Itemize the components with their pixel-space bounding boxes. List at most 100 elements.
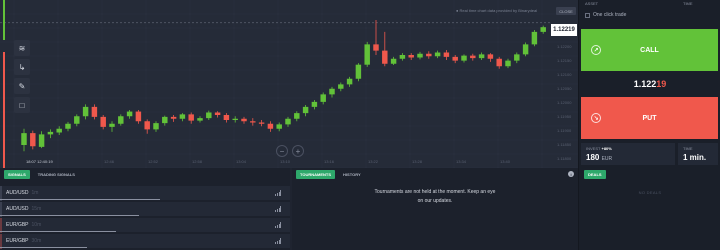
candle-up xyxy=(311,101,318,107)
signals-tab-bar: SIGNALS TRADING SIGNALS xyxy=(0,168,290,180)
zoom-in-button[interactable]: + xyxy=(292,145,304,157)
candle-up xyxy=(65,123,71,129)
candle-down xyxy=(470,55,476,59)
signal-progress xyxy=(0,215,140,216)
pencil-icon[interactable]: ✎ xyxy=(14,78,30,94)
invest-label-text: INVEST xyxy=(586,146,601,151)
candle-up xyxy=(179,114,186,119)
expiry-time-field[interactable]: TIME 1 min. xyxy=(678,143,718,165)
candle-down xyxy=(452,56,458,61)
candle-up xyxy=(329,88,335,95)
payout-percent: +80% xyxy=(601,146,612,151)
call-button[interactable]: ↗ CALL xyxy=(581,29,718,71)
signal-row[interactable]: EUR/GBP 10m xyxy=(0,218,290,233)
price-tick: 1.12150 xyxy=(557,58,572,63)
put-button[interactable]: ↘ PUT xyxy=(581,97,718,139)
price-tick: 1.11900 xyxy=(557,128,572,133)
candle-down xyxy=(250,121,256,123)
notice-close-button[interactable]: CLOSE xyxy=(556,7,576,15)
candle-down xyxy=(100,116,106,127)
arrow-down-icon: ↘ xyxy=(591,113,601,123)
price-main: 1.122 xyxy=(633,79,657,89)
candle-up xyxy=(47,131,54,135)
candle-down xyxy=(267,123,274,129)
chart-area[interactable]: ≋ ↳ ✎ □ ● Real time chart data provided … xyxy=(0,0,578,168)
down-zone-bar xyxy=(3,52,5,168)
candle-up xyxy=(109,123,115,127)
time-tick: 13:04 xyxy=(236,159,247,164)
deals-tab-bar: DEALS xyxy=(580,168,720,180)
signal-timeframe: 10m xyxy=(31,222,42,228)
time-tick: 13:22 xyxy=(368,159,379,164)
up-zone-bar xyxy=(3,0,5,40)
signal-strength-icon xyxy=(275,206,282,212)
candle-down xyxy=(223,115,230,120)
candle-up xyxy=(232,118,238,120)
candle-down xyxy=(241,118,247,122)
signal-pair: EUR/GBP xyxy=(6,222,29,228)
candle-up xyxy=(206,112,212,119)
signal-progress xyxy=(0,231,116,232)
zoom-out-button[interactable]: − xyxy=(276,145,288,157)
candle-up xyxy=(285,118,291,125)
candle-down xyxy=(144,121,150,130)
current-price-label: 1.12219 xyxy=(551,24,577,36)
time-label: TIME xyxy=(683,146,693,151)
tab-signals[interactable]: SIGNALS xyxy=(4,169,30,179)
drawing-icon[interactable]: ↳ xyxy=(14,59,30,75)
candle-up xyxy=(461,55,467,61)
tab-trading-signals[interactable]: TRADING SIGNALS xyxy=(34,170,79,179)
data-provider-notice: ● Real time chart data provided by Binar… xyxy=(456,8,538,13)
candle-up xyxy=(478,54,485,59)
tab-history[interactable]: HISTORY xyxy=(339,170,365,179)
candle-up xyxy=(338,84,344,89)
one-click-label: One click trade xyxy=(593,12,627,18)
signal-timeframe: 1m xyxy=(31,190,39,196)
price-tick: 1.12200 xyxy=(557,44,572,49)
time-tick: 12:58 xyxy=(192,159,203,164)
candle-down xyxy=(426,53,432,57)
info-icon[interactable]: i xyxy=(568,171,574,177)
put-label: PUT xyxy=(642,114,657,122)
candle-up xyxy=(197,118,203,121)
signal-strength-icon xyxy=(275,238,282,244)
tab-deals[interactable]: DEALS xyxy=(584,169,606,179)
candle-up xyxy=(320,94,326,102)
candle-down xyxy=(408,55,414,58)
square-icon[interactable]: □ xyxy=(14,97,30,113)
tournaments-message: Tournaments are not held at the moment. … xyxy=(292,188,578,206)
arrow-up-icon: ↗ xyxy=(591,45,601,55)
asset-header-label: ASSET xyxy=(585,1,599,6)
candle-down xyxy=(373,44,379,51)
tab-tournaments[interactable]: TOURNAMENTS xyxy=(296,169,336,179)
candlestick-chart[interactable] xyxy=(0,0,578,168)
signal-row[interactable]: AUD/USD 1m xyxy=(0,186,290,201)
candle-down xyxy=(214,112,221,115)
deals-panel: DEALS NO DEALS xyxy=(580,168,720,250)
candle-up xyxy=(38,134,45,147)
invest-value: 180 EUR xyxy=(586,153,670,162)
price-tick: 1.11800 xyxy=(557,156,572,161)
signal-pair: AUD/USD xyxy=(6,190,29,196)
invest-amount-field[interactable]: INVEST +80% 180 EUR xyxy=(581,143,675,165)
tournaments-message-line2: on our updates. xyxy=(417,198,453,204)
candle-up xyxy=(531,31,538,45)
candle-up xyxy=(82,106,89,117)
candle-up xyxy=(118,116,124,124)
signal-row[interactable]: EUR/GBP 30m xyxy=(0,234,290,249)
one-click-trade-toggle[interactable]: One click trade xyxy=(585,12,626,18)
time-tick: 12:46 xyxy=(104,159,115,164)
price-tick: 1.11950 xyxy=(557,114,572,119)
candle-up xyxy=(399,55,406,59)
signal-pair: AUD/USD xyxy=(6,206,29,212)
time-tick: 13:10 xyxy=(280,159,291,164)
time-tick: 13:40 xyxy=(500,159,511,164)
candle-up xyxy=(153,123,159,130)
candle-up xyxy=(21,133,27,145)
signal-row[interactable]: AUD/USD 15m xyxy=(0,202,290,217)
one-click-checkbox[interactable] xyxy=(585,12,590,18)
signal-pair: EUR/GBP xyxy=(6,238,29,244)
indicators-icon[interactable]: ≋ xyxy=(14,40,30,56)
candle-up xyxy=(417,53,423,58)
history-panel: TOURNAMENTS HISTORY i Tournaments are no… xyxy=(292,168,578,250)
